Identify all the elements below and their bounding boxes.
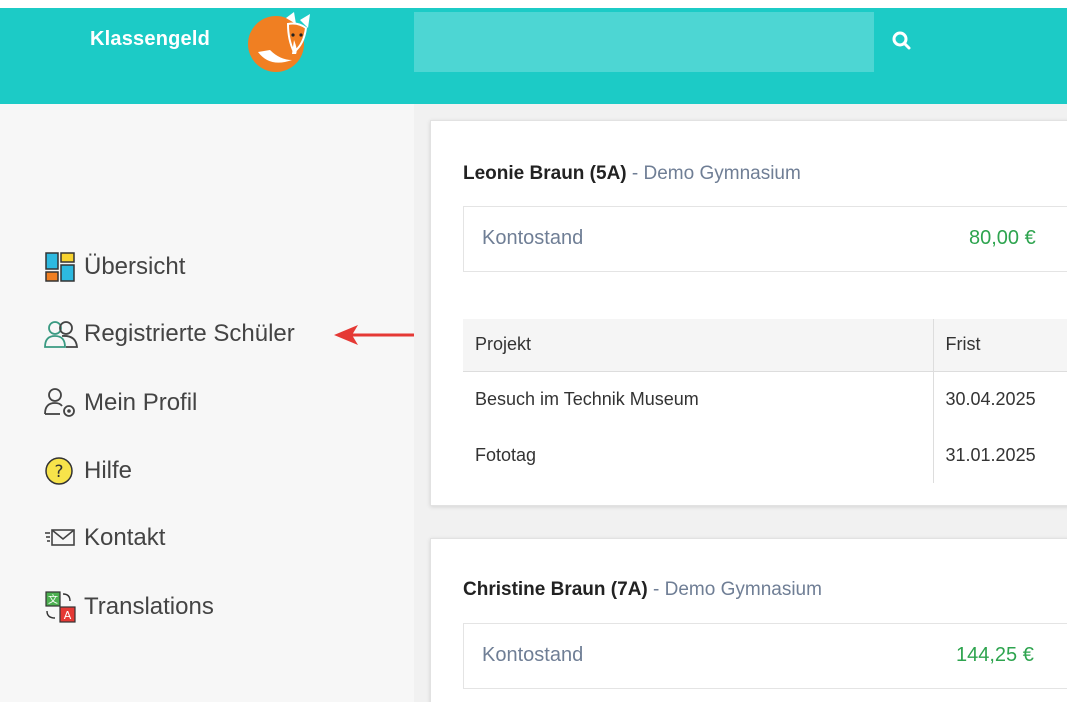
student-name[interactable]: Christine Braun (7A) (463, 579, 648, 600)
sidebar-item-registrierte-schueler[interactable]: Registrierte Schüler (44, 314, 295, 354)
school-name: - Demo Gymnasium (626, 163, 801, 184)
sidebar-item-label: Hilfe (84, 457, 133, 484)
balance-label: Kontostand (482, 644, 584, 666)
search-icon (892, 31, 911, 49)
profile-settings-icon (44, 385, 84, 421)
users-icon (44, 316, 84, 352)
sidebar-item-translations[interactable]: 文 A Translations (44, 587, 214, 627)
sidebar-item-label: Translations (84, 593, 214, 620)
student-card: Leonie Braun (5A) - Demo Gymnasium Konto… (430, 120, 1067, 506)
balance-value: 144,25 € (956, 644, 1034, 666)
sidebar-item-label: Mein Profil (84, 389, 198, 416)
project-name: Besuch im Technik Museum (475, 388, 699, 409)
sidebar-item-uebersicht[interactable]: Übersicht (44, 247, 185, 287)
balance-value: 80,00 € (969, 227, 1036, 249)
column-header-frist[interactable]: Frist (932, 319, 1067, 372)
sidebar-item-kontakt[interactable]: Kontakt (44, 518, 165, 558)
project-table: Projekt Frist Besuch im Technik Museum 3… (463, 319, 1067, 483)
search-button[interactable] (884, 24, 920, 60)
project-deadline: 30.04.2025 (932, 371, 1067, 427)
student-title: Christine Braun (7A) - Demo Gymnasium (463, 579, 822, 601)
student-card: Christine Braun (7A) - Demo Gymnasium Ko… (430, 538, 1067, 702)
project-name: Fototag (475, 444, 537, 465)
balance-box: Kontostand 144,25 € (463, 623, 1067, 689)
sidebar-item-label: Kontakt (84, 524, 166, 551)
fox-logo-icon[interactable] (240, 10, 320, 72)
table-row[interactable]: Besuch im Technik Museum 30.04.2025 (463, 371, 1067, 427)
translate-icon: 文 A (44, 589, 84, 625)
mail-icon (44, 520, 84, 556)
balance-box: Kontostand 80,00 € (463, 206, 1067, 272)
brand-name[interactable]: Klassengeld (90, 28, 210, 51)
help-icon: ? (44, 453, 84, 489)
student-title: Leonie Braun (5A) - Demo Gymnasium (463, 163, 801, 185)
search-input[interactable] (414, 12, 874, 72)
student-name[interactable]: Leonie Braun (5A) (463, 163, 627, 184)
column-header-projekt[interactable]: Projekt (463, 319, 933, 372)
project-deadline: 31.01.2025 (932, 427, 1067, 483)
svg-text:文: 文 (48, 593, 58, 606)
sidebar-item-label: Übersicht (84, 253, 186, 280)
dashboard-icon (44, 249, 84, 285)
svg-text:?: ? (54, 462, 63, 482)
svg-text:A: A (64, 609, 72, 622)
sidebar-item-hilfe[interactable]: ? Hilfe (44, 451, 132, 491)
table-row[interactable]: Fototag 31.01.2025 (463, 427, 1067, 483)
sidebar-item-label: Registrierte Schüler (84, 320, 295, 347)
school-name: - Demo Gymnasium (647, 579, 822, 600)
balance-label: Kontostand (482, 227, 584, 249)
sidebar-item-mein-profil[interactable]: Mein Profil (44, 383, 197, 423)
